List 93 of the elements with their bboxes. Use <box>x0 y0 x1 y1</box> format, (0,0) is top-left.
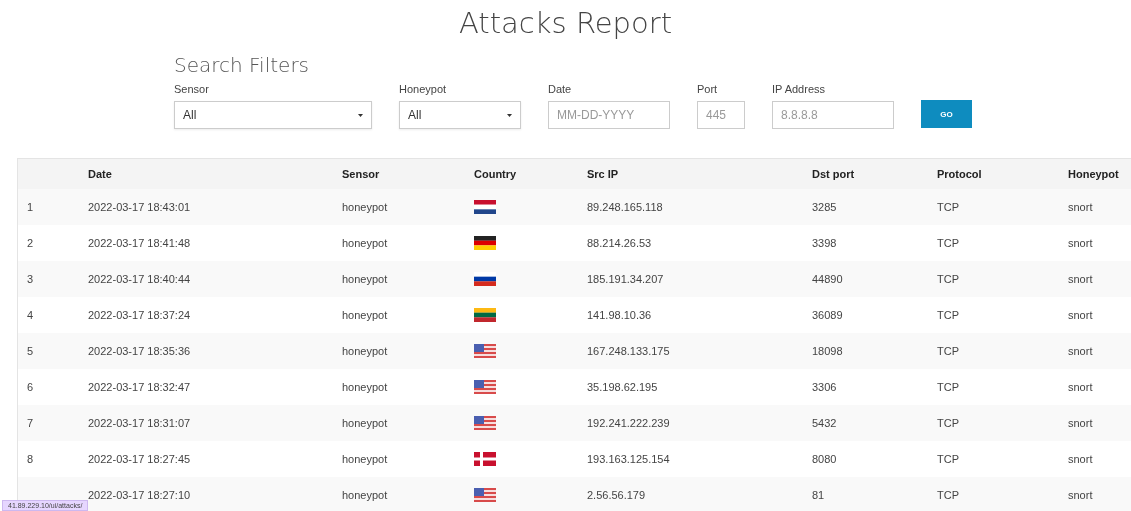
field-label: Sensor <box>174 83 210 95</box>
table-cell: TCP <box>937 237 959 249</box>
table-cell: 36089 <box>812 309 843 321</box>
row-number: 1 <box>27 201 34 213</box>
table-cell: snort <box>1068 417 1093 429</box>
table-cell: 2022-03-17 18:37:24 <box>88 309 191 321</box>
table-cell: snort <box>1068 489 1093 501</box>
table-cell: TCP <box>937 453 959 465</box>
row-number: 2 <box>27 237 34 249</box>
table-cell: 2022-03-17 18:27:10 <box>88 489 191 501</box>
section-title: Search Filters <box>174 53 311 77</box>
table-cell: 193.163.125.154 <box>587 453 670 465</box>
column-header: Sensor <box>342 168 381 180</box>
field-label: IP Address <box>772 83 826 95</box>
table-cell: honeypot <box>342 201 388 213</box>
row-number: 4 <box>27 309 34 321</box>
table-cell: honeypot <box>342 453 388 465</box>
table-cell: 2022-03-17 18:35:36 <box>88 345 191 357</box>
flag-icon <box>474 272 496 286</box>
table-cell: 185.191.34.207 <box>587 273 664 285</box>
flag-icon <box>474 236 496 250</box>
page-title: Attacks Report <box>457 5 673 42</box>
table-cell: honeypot <box>342 273 388 285</box>
flag-icon <box>474 452 496 466</box>
table-cell: snort <box>1068 453 1093 465</box>
table-cell: snort <box>1068 309 1093 321</box>
table-cell: 8080 <box>812 453 837 465</box>
table-cell: TCP <box>937 417 959 429</box>
table-cell: snort <box>1068 345 1093 357</box>
input-field[interactable]: MM-DD-YYYY <box>548 101 670 129</box>
table-cell: 35.198.62.195 <box>587 381 658 393</box>
table-cell: honeypot <box>342 237 388 249</box>
table-cell: 2.56.56.179 <box>587 489 646 501</box>
input-field[interactable]: 445 <box>697 101 745 129</box>
table-cell: TCP <box>937 345 959 357</box>
table-cell: snort <box>1068 273 1093 285</box>
table-cell: honeypot <box>342 381 388 393</box>
row-number: 5 <box>27 345 34 357</box>
table-cell: TCP <box>937 489 959 501</box>
table-cell: 2022-03-17 18:32:47 <box>88 381 191 393</box>
table-cell: snort <box>1068 237 1093 249</box>
row-number: 6 <box>27 381 34 393</box>
flag-icon <box>474 416 496 430</box>
table-cell: 81 <box>812 489 825 501</box>
table-cell: 88.214.26.53 <box>587 237 652 249</box>
table-cell: TCP <box>937 201 959 213</box>
column-header: Country <box>474 168 518 180</box>
table-cell: 192.241.222.239 <box>587 417 670 429</box>
table-cell: honeypot <box>342 417 388 429</box>
table-cell: 3398 <box>812 237 837 249</box>
table-cell: TCP <box>937 381 959 393</box>
dropdown[interactable]: All <box>399 101 521 129</box>
row-number: 8 <box>27 453 34 465</box>
flag-icon <box>474 200 496 214</box>
table-cell: 2022-03-17 18:40:44 <box>88 273 191 285</box>
row-number: 3 <box>27 273 34 285</box>
table-cell: honeypot <box>342 345 388 357</box>
table-cell: 2022-03-17 18:31:07 <box>88 417 191 429</box>
field-label: Honeypot <box>399 83 448 95</box>
column-header: Date <box>88 168 113 180</box>
table-cell: 5432 <box>812 417 837 429</box>
column-header: Honeypot <box>1068 168 1120 180</box>
table-cell: 3285 <box>812 201 837 213</box>
table-cell: 141.98.10.36 <box>587 309 652 321</box>
table-cell: 2022-03-17 18:41:48 <box>88 237 191 249</box>
table-cell: snort <box>1068 201 1093 213</box>
table-cell: TCP <box>937 309 959 321</box>
table-cell: honeypot <box>342 489 388 501</box>
field-label: Port <box>697 83 719 95</box>
table-cell: snort <box>1068 381 1093 393</box>
table-cell: 18098 <box>812 345 843 357</box>
table-cell: 3306 <box>812 381 837 393</box>
flag-icon <box>474 308 496 322</box>
table-cell: TCP <box>937 273 959 285</box>
go-button[interactable]: GO <box>921 100 972 128</box>
table-cell: 167.248.133.175 <box>587 345 670 357</box>
table-cell: 2022-03-17 18:43:01 <box>88 201 191 213</box>
column-header: Protocol <box>937 168 983 180</box>
table-cell: 89.248.165.118 <box>587 201 663 213</box>
table-cell: honeypot <box>342 309 388 321</box>
flag-icon <box>474 380 496 394</box>
flag-icon <box>474 488 496 502</box>
caret-icon <box>507 113 512 117</box>
row-number: 7 <box>27 417 34 429</box>
input-field[interactable]: 8.8.8.8 <box>772 101 894 129</box>
table-cell: 2022-03-17 18:27:45 <box>88 453 191 465</box>
flag-icon <box>474 344 496 358</box>
table-cell: 44890 <box>812 273 843 285</box>
dropdown[interactable]: All <box>174 101 372 129</box>
caret-icon <box>358 113 363 117</box>
field-label: Date <box>548 83 573 95</box>
column-header: Src IP <box>587 168 620 180</box>
column-header: Dst port <box>812 168 856 180</box>
